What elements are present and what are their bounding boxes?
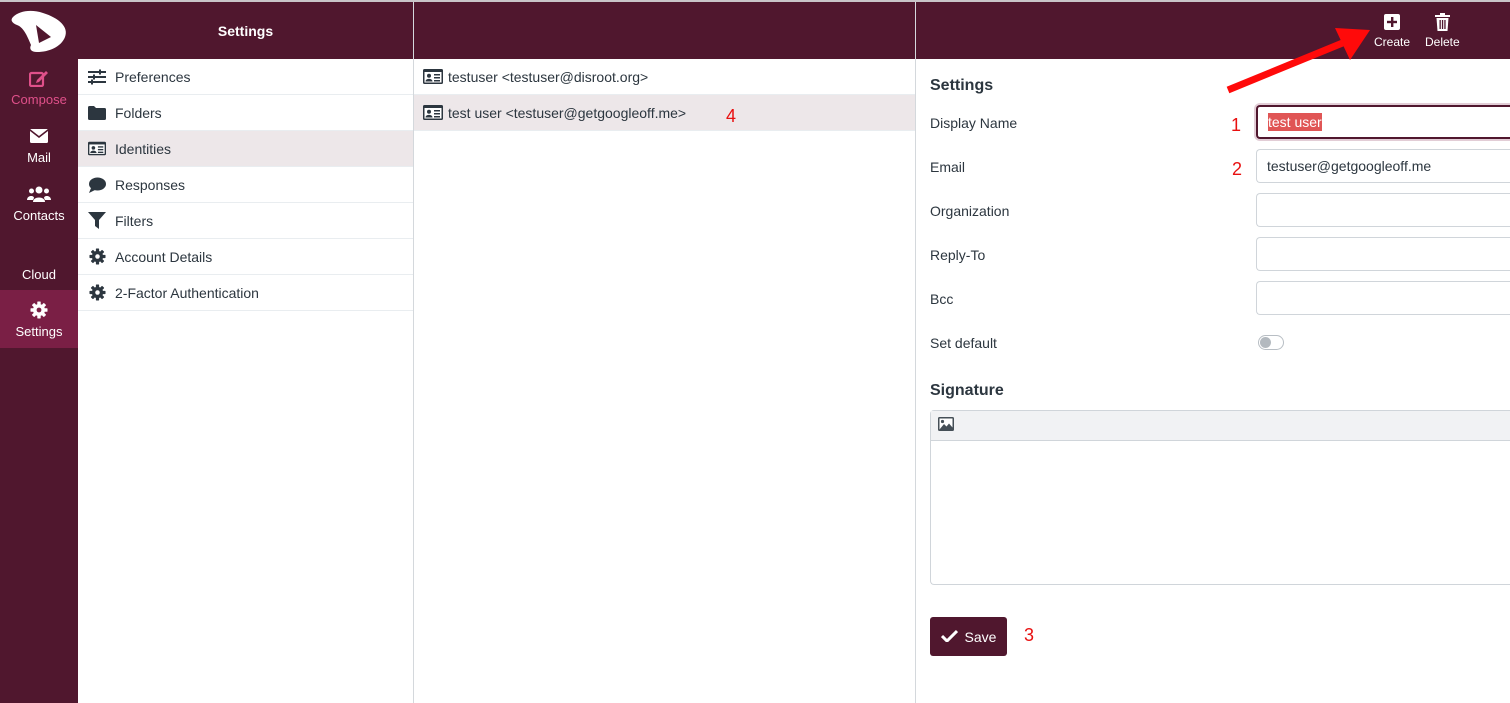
- nav-cloud[interactable]: Cloud: [0, 232, 78, 290]
- identity-detail-panel: Create Delete Settings Display Name test…: [916, 2, 1510, 703]
- identity-row-selected[interactable]: test user <testuser@getgoogleoff.me>: [414, 95, 915, 131]
- gear-icon: [30, 300, 48, 320]
- create-label: Create: [1374, 35, 1411, 49]
- settings-item-label: Identities: [115, 140, 172, 157]
- settings-panel-title: Settings: [217, 22, 274, 39]
- nav-settings-label: Settings: [15, 323, 63, 339]
- gear-icon: [88, 284, 106, 302]
- app-navigation: Compose Mail Contacts Cloud Settings: [0, 2, 78, 703]
- settings-item-label: Preferences: [115, 68, 191, 85]
- create-button[interactable]: Create: [1374, 12, 1410, 49]
- identities-panel-header: [414, 2, 915, 59]
- email-label: Email: [930, 159, 966, 175]
- reply-to-row: Reply-To: [930, 237, 1510, 273]
- signature-textarea[interactable]: [931, 441, 1510, 584]
- nav-compose[interactable]: Compose: [0, 58, 78, 116]
- id-card-icon: [88, 140, 106, 158]
- nav-settings[interactable]: Settings: [0, 290, 78, 348]
- email-input[interactable]: testuser@getgoogleoff.me: [1256, 149, 1510, 183]
- identity-row[interactable]: testuser <testuser@disroot.org>: [414, 59, 915, 95]
- save-button[interactable]: Save: [930, 617, 1007, 656]
- delete-button[interactable]: Delete: [1425, 12, 1460, 49]
- settings-item-label: Responses: [115, 176, 186, 193]
- signature-toolbar: [931, 411, 1510, 441]
- reply-to-label: Reply-To: [930, 247, 986, 263]
- annotation-number-3: 3: [1024, 625, 1035, 645]
- display-name-label: Display Name: [930, 115, 1018, 131]
- set-default-row: Set default: [930, 325, 1510, 361]
- settings-item-identities[interactable]: Identities: [78, 131, 413, 167]
- display-name-value: test user: [1268, 113, 1322, 131]
- id-card-icon: [423, 69, 443, 85]
- settings-item-label: Filters: [115, 212, 154, 229]
- set-default-label: Set default: [930, 335, 997, 351]
- comment-icon: [88, 176, 106, 194]
- signature-section-title: Signature: [930, 382, 1004, 399]
- identity-label: test user <testuser@getgoogleoff.me>: [448, 104, 687, 121]
- bcc-input[interactable]: [1256, 281, 1510, 315]
- check-icon: [940, 629, 958, 645]
- signature-editor: [930, 410, 1510, 585]
- nav-contacts[interactable]: Contacts: [0, 174, 78, 232]
- detail-toolbar: Create Delete: [916, 2, 1510, 59]
- annotation-number-2: 2: [1232, 159, 1243, 179]
- settings-item-label: Folders: [115, 104, 162, 121]
- trash-icon: [1434, 12, 1450, 32]
- logo-icon: [11, 10, 66, 52]
- nav-cloud-label: Cloud: [22, 267, 56, 282]
- envelope-icon: [30, 126, 48, 146]
- settings-item-filters[interactable]: Filters: [78, 203, 413, 239]
- toggle-knob: [1260, 337, 1271, 348]
- gear-icon: [88, 248, 106, 266]
- identity-label: testuser <testuser@disroot.org>: [448, 68, 649, 85]
- annotation-number-1: 1: [1231, 115, 1242, 135]
- reply-to-input[interactable]: [1256, 237, 1510, 271]
- folder-icon: [88, 104, 106, 122]
- settings-section-title: Settings: [930, 77, 994, 94]
- settings-item-folders[interactable]: Folders: [78, 95, 413, 131]
- settings-item-label: Account Details: [115, 248, 213, 265]
- bcc-label: Bcc: [930, 291, 954, 307]
- display-name-input[interactable]: test user: [1256, 105, 1510, 139]
- organization-row: Organization: [930, 193, 1510, 229]
- identities-list-panel: testuser <testuser@disroot.org> test use…: [414, 2, 916, 703]
- nav-compose-label: Compose: [11, 91, 67, 107]
- sliders-icon: [88, 68, 106, 86]
- settings-item-label: 2-Factor Authentication: [115, 284, 259, 301]
- settings-item-2fa[interactable]: 2-Factor Authentication: [78, 275, 413, 311]
- id-card-icon: [423, 105, 443, 121]
- email-row: Email testuser@getgoogleoff.me: [930, 149, 1510, 185]
- users-icon: [27, 184, 51, 204]
- plus-square-icon: [1384, 12, 1401, 32]
- settings-item-account-details[interactable]: Account Details: [78, 239, 413, 275]
- nav-mail[interactable]: Mail: [0, 116, 78, 174]
- disroot-logo[interactable]: [0, 2, 78, 58]
- set-default-toggle[interactable]: [1258, 335, 1284, 350]
- save-label: Save: [964, 628, 997, 645]
- bcc-row: Bcc: [930, 281, 1510, 317]
- settings-panel-header: Settings: [78, 2, 413, 59]
- nav-contacts-label: Contacts: [13, 207, 65, 223]
- delete-label: Delete: [1425, 35, 1460, 49]
- window-top-border: [0, 0, 1510, 2]
- filter-icon: [88, 212, 106, 230]
- insert-image-icon[interactable]: [938, 417, 954, 434]
- settings-item-preferences[interactable]: Preferences: [78, 59, 413, 95]
- settings-sections-panel: Settings Preferences Folders Identities …: [78, 2, 414, 703]
- settings-item-responses[interactable]: Responses: [78, 167, 413, 203]
- organization-input[interactable]: [1256, 193, 1510, 227]
- organization-label: Organization: [930, 203, 1010, 219]
- display-name-row: Display Name test user: [930, 105, 1510, 141]
- annotation-number-4: 4: [726, 106, 737, 126]
- compose-icon: [29, 68, 49, 88]
- nav-mail-label: Mail: [27, 149, 51, 165]
